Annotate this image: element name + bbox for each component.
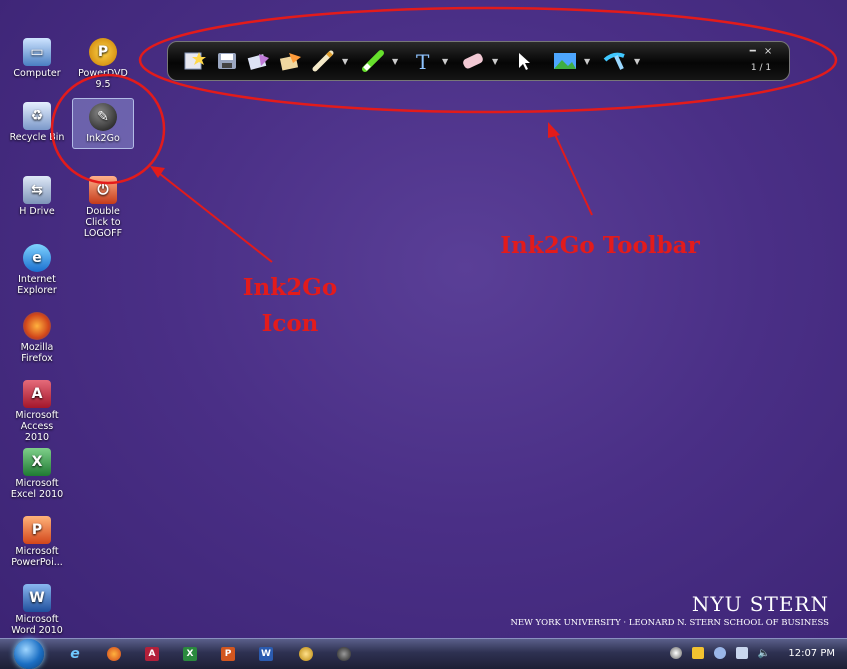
powerpoint-icon: P <box>23 516 51 544</box>
firefox-icon <box>23 312 51 340</box>
desktop-icon-word[interactable]: W Microsoft Word 2010 <box>6 580 68 640</box>
icon-arrow <box>154 169 273 263</box>
pointer-icon[interactable] <box>510 48 536 74</box>
highlighter-icon[interactable] <box>360 48 386 74</box>
minimize-toolbar-button[interactable]: ━ <box>750 46 756 57</box>
desktop-icon-label: Microsoft Excel 2010 <box>10 478 64 500</box>
desktop-icon-firefox[interactable]: Mozilla Firefox <box>6 308 68 368</box>
system-tray: 🔈 12:07 PM <box>669 647 835 659</box>
background-icon[interactable] <box>552 48 578 74</box>
desktop-icon-label: Microsoft Access 2010 <box>15 410 59 443</box>
taskbar-powerpoint-icon[interactable]: P <box>221 647 235 661</box>
word-icon: W <box>23 584 51 612</box>
desktop-icon-label: H Drive <box>19 206 55 217</box>
desktop-icon-label: Internet Explorer <box>17 274 57 296</box>
desktop-icon-label: Mozilla Firefox <box>20 342 54 364</box>
ink2go-icon: ✎ <box>89 103 117 131</box>
new-page-icon[interactable] <box>182 48 208 74</box>
taskbar-excel-icon[interactable]: X <box>183 647 197 661</box>
taskbar-firefox-icon[interactable] <box>107 647 121 661</box>
taskbar-internet-explorer-icon[interactable]: e <box>68 646 82 662</box>
text-dropdown-icon[interactable]: ▼ <box>442 57 452 66</box>
desktop-icon-label: Computer <box>13 68 61 79</box>
desktop-icon-label: Microsoft Word 2010 <box>11 614 63 636</box>
toolbar-arrow <box>551 127 593 216</box>
icon-annotation-line1: Ink2Go <box>242 274 338 301</box>
computer-icon: ▭ <box>23 38 51 66</box>
taskbar-clock[interactable]: 12:07 PM <box>788 648 835 659</box>
taskbar-ink2go-icon[interactable] <box>337 647 351 661</box>
desktop-icon-recycle-bin[interactable]: ♻ Recycle Bin <box>6 98 68 147</box>
logo-main: NYU STERN <box>691 592 829 616</box>
background-dropdown-icon[interactable]: ▼ <box>584 57 594 66</box>
desktop-icon-label: PowerDVD 9.5 <box>78 68 128 90</box>
page-count: 1 / 1 <box>750 63 772 73</box>
desktop-icon-label: Microsoft PowerPoi... <box>11 546 63 568</box>
icon-arrowhead <box>150 166 165 178</box>
desktop-icon-h-drive[interactable]: ⇆ H Drive <box>6 172 68 221</box>
tray-sync-icon[interactable] <box>713 647 726 659</box>
logo-sub: NEW YORK UNIVERSITY · LEONARD N. STERN S… <box>510 618 829 628</box>
icon-annotation-label: Ink2Go Icon <box>220 270 360 342</box>
save-icon[interactable] <box>214 48 240 74</box>
more-tools-dropdown-icon[interactable]: ▼ <box>634 57 644 66</box>
screen-capture-icon[interactable] <box>246 48 272 74</box>
text-icon[interactable]: T <box>410 48 436 74</box>
close-toolbar-button[interactable]: × <box>764 46 772 57</box>
svg-text:T: T <box>416 50 430 72</box>
desktop-icon-excel[interactable]: X Microsoft Excel 2010 <box>6 444 68 504</box>
start-button[interactable] <box>14 639 44 669</box>
desktop-icon-powerdvd[interactable]: P PowerDVD 9.5 <box>72 34 134 94</box>
tray-status-icon[interactable] <box>669 647 682 659</box>
tray-network-icon[interactable] <box>735 647 748 659</box>
taskbar-word-icon[interactable]: W <box>259 647 273 661</box>
toolbar-arrowhead <box>548 122 560 138</box>
highlighter-dropdown-icon[interactable]: ▼ <box>392 57 402 66</box>
desktop-icon-label: Double Click to LOGOFF <box>83 206 123 239</box>
desktop-icon-computer[interactable]: ▭ Computer <box>6 34 68 83</box>
recycle-bin-icon: ♻ <box>23 102 51 130</box>
ink2go-toolbar: ▼ ▼ T ▼ ▼ ▼ ▼ ━ × 1 / 1 <box>167 41 790 81</box>
eraser-dropdown-icon[interactable]: ▼ <box>492 57 502 66</box>
nyu-stern-logo: NYU STERN NEW YORK UNIVERSITY · LEONARD … <box>510 592 829 628</box>
desktop-icon-label: Ink2Go <box>86 133 120 144</box>
network-drive-icon: ⇆ <box>23 176 51 204</box>
desktop-icon-label: Recycle Bin <box>9 132 65 143</box>
logoff-icon: ⏻ <box>89 176 117 204</box>
desktop-icon-ink2go[interactable]: ✎ Ink2Go <box>72 98 134 149</box>
page-indicator: ━ × 1 / 1 <box>743 46 779 73</box>
eraser-icon[interactable] <box>460 48 486 74</box>
toolbar-annotation-label: Ink2Go Toolbar <box>500 232 700 259</box>
desktop-icon-access[interactable]: A Microsoft Access 2010 <box>6 376 68 447</box>
tray-volume-icon[interactable]: 🔈 <box>758 648 770 659</box>
pen-icon[interactable] <box>310 48 336 74</box>
desktop-icon-logoff[interactable]: ⏻ Double Click to LOGOFF <box>72 172 134 243</box>
taskbar-program-icon[interactable] <box>299 647 313 661</box>
icon-annotation-line2: Icon <box>261 310 319 337</box>
more-tools-icon[interactable] <box>602 48 628 74</box>
pen-dropdown-icon[interactable]: ▼ <box>342 57 352 66</box>
open-icon[interactable] <box>278 48 304 74</box>
powerdvd-icon: P <box>89 38 117 66</box>
internet-explorer-icon: e <box>23 244 51 272</box>
taskbar: e A X P W 🔈 12:07 PM <box>0 638 847 669</box>
desktop-icon-internet-explorer[interactable]: e Internet Explorer <box>6 240 68 300</box>
taskbar-access-icon[interactable]: A <box>145 647 159 661</box>
tray-shield-icon[interactable] <box>691 647 704 659</box>
excel-icon: X <box>23 448 51 476</box>
desktop-icon-powerpoint[interactable]: P Microsoft PowerPoi... <box>6 512 68 572</box>
access-icon: A <box>23 380 51 408</box>
